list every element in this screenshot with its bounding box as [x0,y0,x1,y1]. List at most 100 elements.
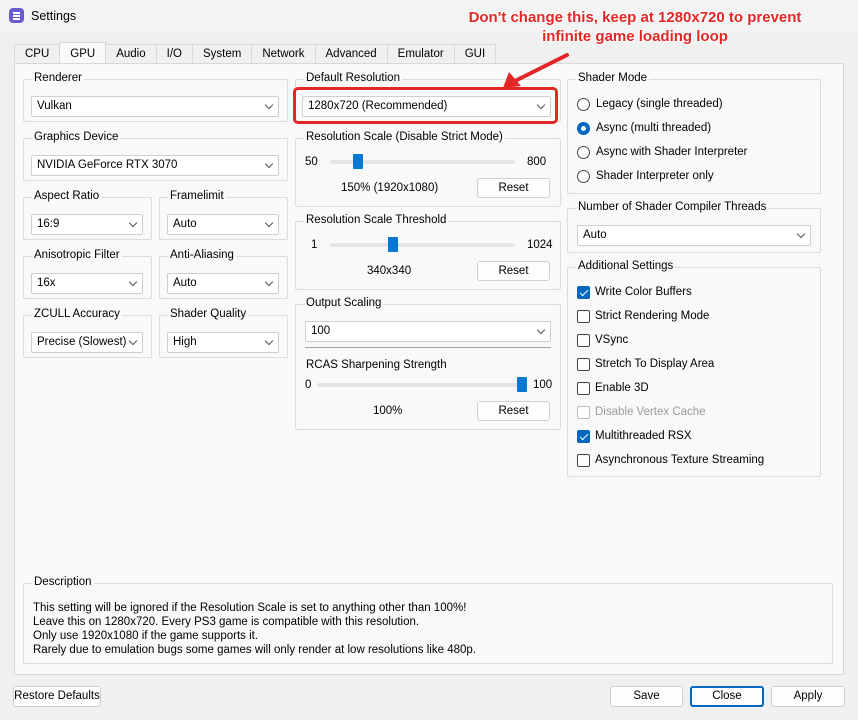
scale-threshold-max: 1024 [527,239,553,251]
tab-advanced[interactable]: Advanced [314,44,388,64]
tab-gpu[interactable]: GPU [59,42,107,64]
anti-aliasing-value: Auto [173,277,197,289]
scale-threshold-reset-button[interactable]: Reset [477,261,550,281]
checkbox[interactable] [577,430,590,443]
renderer-label: Renderer [32,72,84,84]
tab-io[interactable]: I/O [155,44,193,64]
checkbox[interactable] [577,382,590,395]
annotation-line: infinite game loading loop [542,28,728,45]
checkbox-label[interactable]: Strict Rendering Mode [595,310,709,322]
shader-mode-option[interactable]: Async with Shader Interpreter [596,146,748,158]
chevron-down-icon [264,100,274,110]
anti-aliasing-select[interactable]: Auto [167,273,279,294]
rcas-value: 100% [373,405,403,417]
tab-gui[interactable]: GUI [453,44,497,64]
shader-mode-label: Shader Mode [576,72,650,84]
tab-bar: CPU GPU Audio I/O System Network Advanced Emula… [14,42,497,64]
rcas-max: 100 [533,379,553,391]
zcull-label: ZCULL Accuracy [32,308,122,320]
checkbox[interactable] [577,358,590,371]
chevron-down-icon [796,229,806,239]
rcas-min: 0 [305,379,312,391]
output-scaling-value: 100 [311,325,331,337]
framelimit-label: Framelimit [168,190,226,202]
annotation-arrow-icon [503,53,569,88]
output-scaling-select[interactable]: 100 [305,321,551,342]
compiler-threads-select[interactable]: Auto [577,225,811,246]
default-resolution-label: Default Resolution [304,72,402,84]
description-label: Description [32,576,94,588]
resolution-scale-value: 150% (1920x1080) [341,182,439,194]
checkbox[interactable] [577,406,590,419]
renderer-select[interactable]: Vulkan [31,96,279,117]
tab-system[interactable]: System [191,44,253,64]
checkbox[interactable] [577,286,590,299]
close-button[interactable]: Close [690,686,764,707]
checkbox[interactable] [577,334,590,347]
apply-button[interactable]: Apply [771,686,845,707]
checkbox-label[interactable]: Stretch To Display Area [595,358,714,370]
checkbox[interactable] [577,454,590,467]
scale-threshold-value: 340x340 [367,265,412,277]
chevron-down-icon [264,159,274,169]
annotation-line: Don't change this, keep at 1280x720 to p… [468,9,802,26]
aspect-ratio-select[interactable]: 16:9 [31,214,143,235]
graphics-device-label: Graphics Device [32,131,121,143]
resolution-scale-slider[interactable] [353,154,364,169]
checkbox-label[interactable]: Asynchronous Texture Streaming [595,454,764,466]
tab-cpu[interactable]: CPU [14,44,61,64]
checkbox-label[interactable]: Multithreaded RSX [595,430,692,442]
anisotropic-select[interactable]: 16x [31,273,143,294]
aspect-ratio-label: Aspect Ratio [32,190,102,202]
framelimit-select[interactable]: Auto [167,214,279,235]
graphics-device-value: NVIDIA GeForce RTX 3070 [37,159,178,171]
shader-mode-option[interactable]: Shader Interpreter only [596,170,714,182]
resolution-scale-min: 50 [305,156,318,168]
checkbox-label[interactable]: Disable Vertex Cache [595,406,706,418]
chevron-down-icon [264,336,274,346]
description-line: Rarely due to emulation bugs some games … [33,644,476,656]
shader-mode-option[interactable]: Async (multi threaded) [596,122,711,134]
annotation-note: Don't change this, keep at 1280x720 to p… [440,8,830,46]
rcas-track [317,383,525,387]
scale-threshold-track [330,243,515,247]
tab-network[interactable]: Network [251,44,316,64]
graphics-device-select[interactable]: NVIDIA GeForce RTX 3070 [31,155,279,176]
save-button[interactable]: Save [610,686,683,707]
checkbox-label[interactable]: Write Color Buffers [595,286,692,298]
rcas-slider[interactable] [517,377,527,392]
chevron-down-icon [128,336,138,346]
output-scaling-label: Output Scaling [304,297,384,309]
rcas-reset-button[interactable]: Reset [477,401,550,421]
checkbox-label[interactable]: VSync [595,334,628,346]
compiler-threads-value: Auto [583,229,607,241]
checkbox[interactable] [577,310,590,323]
aspect-ratio-value: 16:9 [37,218,60,230]
radio-button[interactable] [577,170,590,183]
tab-audio[interactable]: Audio [105,44,157,64]
resolution-scale-max: 800 [527,156,547,168]
checkbox-label[interactable]: Enable 3D [595,382,649,394]
resolution-scale-label: Resolution Scale (Disable Strict Mode) [304,131,505,143]
zcull-value: Precise (Slowest) [37,336,127,348]
radio-button[interactable] [577,146,590,159]
chevron-down-icon [264,277,274,287]
restore-defaults-button[interactable]: Restore Defaults [13,686,101,707]
shader-quality-value: High [173,336,197,348]
renderer-value: Vulkan [37,100,72,112]
tab-emulator[interactable]: Emulator [386,44,455,64]
description-line: Only use 1920x1080 if the game supports … [33,630,259,642]
separator [305,347,551,348]
scale-threshold-label: Resolution Scale Threshold [304,214,449,226]
zcull-select[interactable]: Precise (Slowest) [31,332,143,353]
scale-threshold-slider[interactable] [387,237,398,252]
shader-quality-select[interactable]: High [167,332,279,353]
shader-mode-option[interactable]: Legacy (single threaded) [596,98,723,110]
radio-button[interactable] [577,122,590,135]
chevron-down-icon [536,325,546,335]
chevron-down-icon [128,277,138,287]
scale-threshold-min: 1 [311,239,318,251]
radio-button[interactable] [577,98,590,111]
resolution-scale-reset-button[interactable]: Reset [477,178,550,198]
description-text: This setting will be ignored if the Reso… [33,601,476,657]
